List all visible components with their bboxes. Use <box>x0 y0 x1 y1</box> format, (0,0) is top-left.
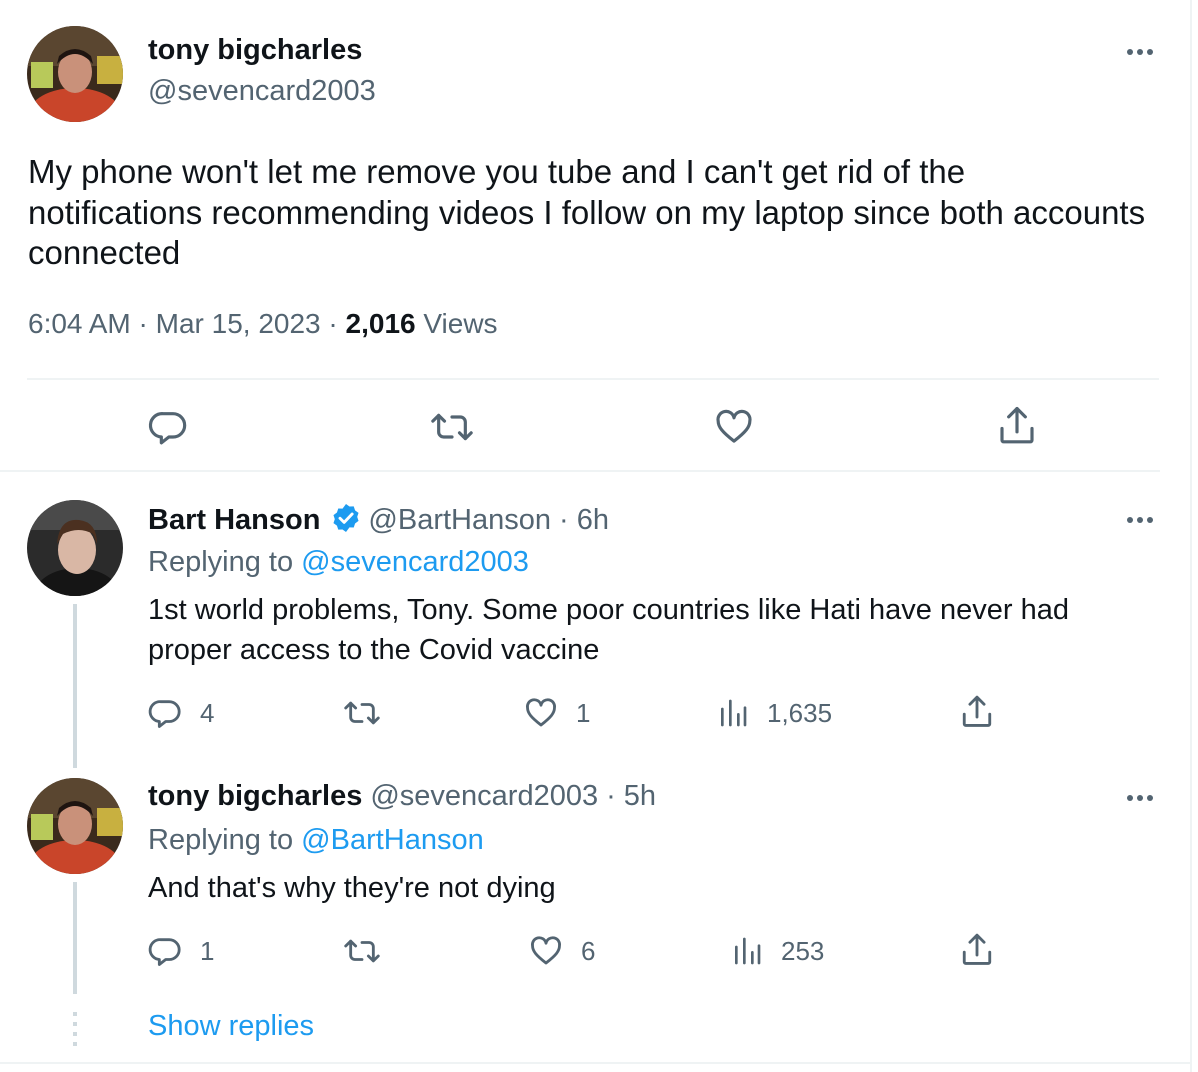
reply-text: And that's why they're not dying <box>148 872 556 904</box>
views-button[interactable]: 1,635 <box>717 696 832 730</box>
author-name[interactable]: Bart Hanson <box>148 504 320 537</box>
reply-button[interactable] <box>148 407 188 447</box>
reply-text: 1st world problems, Tony. Some poor coun… <box>148 594 1069 666</box>
share-button[interactable] <box>960 932 994 968</box>
share-button[interactable] <box>997 405 1037 447</box>
reply-time[interactable]: · 5h <box>606 780 656 813</box>
more-options-icon[interactable] <box>1120 788 1160 808</box>
show-replies-link[interactable]: Show replies <box>148 1010 314 1043</box>
separator: · <box>138 308 148 339</box>
reply-button[interactable]: 1 <box>148 934 214 968</box>
author-name[interactable]: tony bigcharles <box>148 34 362 67</box>
divider <box>27 378 1159 380</box>
replying-to: Replying to @sevencard2003 <box>148 546 529 579</box>
views-count: 2,016 <box>345 308 416 339</box>
verified-badge-icon <box>330 502 362 539</box>
reply-icon <box>148 696 182 730</box>
divider <box>0 1062 1190 1064</box>
author-name[interactable]: tony bigcharles <box>148 780 362 813</box>
retweet-icon <box>430 407 474 447</box>
like-button[interactable]: 6 <box>529 934 595 968</box>
author-handle[interactable]: @sevencard2003 <box>370 780 598 813</box>
share-button[interactable] <box>960 694 994 730</box>
avatar[interactable] <box>27 778 123 874</box>
tweet-text: My phone won't let me remove you tube an… <box>28 153 1146 271</box>
retweet-icon <box>343 934 381 968</box>
replying-prefix: Replying to <box>148 546 294 578</box>
reply-button[interactable]: 4 <box>148 696 214 730</box>
share-icon <box>997 405 1037 447</box>
author-handle[interactable]: @sevencard2003 <box>148 75 376 108</box>
retweet-icon <box>343 696 381 730</box>
reply-count: 4 <box>200 697 215 728</box>
heart-icon <box>524 696 558 730</box>
analytics-icon <box>731 934 763 968</box>
views-count: 1,635 <box>767 697 833 728</box>
retweet-button[interactable] <box>343 696 381 730</box>
tweet-date[interactable]: Mar 15, 2023 <box>156 308 321 339</box>
more-options-icon[interactable] <box>1120 42 1160 62</box>
thread-line <box>73 604 77 768</box>
share-icon <box>960 694 994 730</box>
reply-header: Bart Hanson @BartHanson · 6h <box>148 502 609 539</box>
like-count: 6 <box>581 935 596 966</box>
thread-line <box>73 882 77 994</box>
mention-link[interactable]: @BartHanson <box>301 824 484 856</box>
heart-icon <box>529 934 563 968</box>
author-handle[interactable]: @BartHanson <box>368 504 551 537</box>
avatar[interactable] <box>27 26 123 122</box>
views-count: 253 <box>781 935 825 966</box>
like-button[interactable]: 1 <box>524 696 590 730</box>
reply-time[interactable]: · 6h <box>559 504 609 537</box>
retweet-button[interactable] <box>343 934 381 968</box>
mention-link[interactable]: @sevencard2003 <box>301 546 529 578</box>
reply-count: 1 <box>200 935 215 966</box>
analytics-icon <box>717 696 749 730</box>
like-count: 1 <box>576 697 591 728</box>
views-label: Views <box>423 308 498 339</box>
reply-header: tony bigcharles @sevencard2003 · 5h <box>148 780 656 813</box>
tweet-time[interactable]: 6:04 AM <box>28 308 131 339</box>
retweet-button[interactable] <box>430 407 474 447</box>
right-border <box>1190 0 1192 1072</box>
more-options-icon[interactable] <box>1120 510 1160 530</box>
share-icon <box>960 932 994 968</box>
replying-prefix: Replying to <box>148 824 294 856</box>
like-button[interactable] <box>714 407 754 447</box>
replying-to: Replying to @BartHanson <box>148 824 484 857</box>
separator: · <box>328 308 338 339</box>
reply-icon <box>148 934 182 968</box>
divider <box>0 470 1160 472</box>
views-button[interactable]: 253 <box>731 934 824 968</box>
thread-continuation-dots <box>73 1012 77 1052</box>
avatar[interactable] <box>27 500 123 596</box>
heart-icon <box>714 407 754 447</box>
tweet-meta: 6:04 AM · Mar 15, 2023 · 2,016 Views <box>28 308 498 340</box>
reply-icon <box>148 407 188 447</box>
